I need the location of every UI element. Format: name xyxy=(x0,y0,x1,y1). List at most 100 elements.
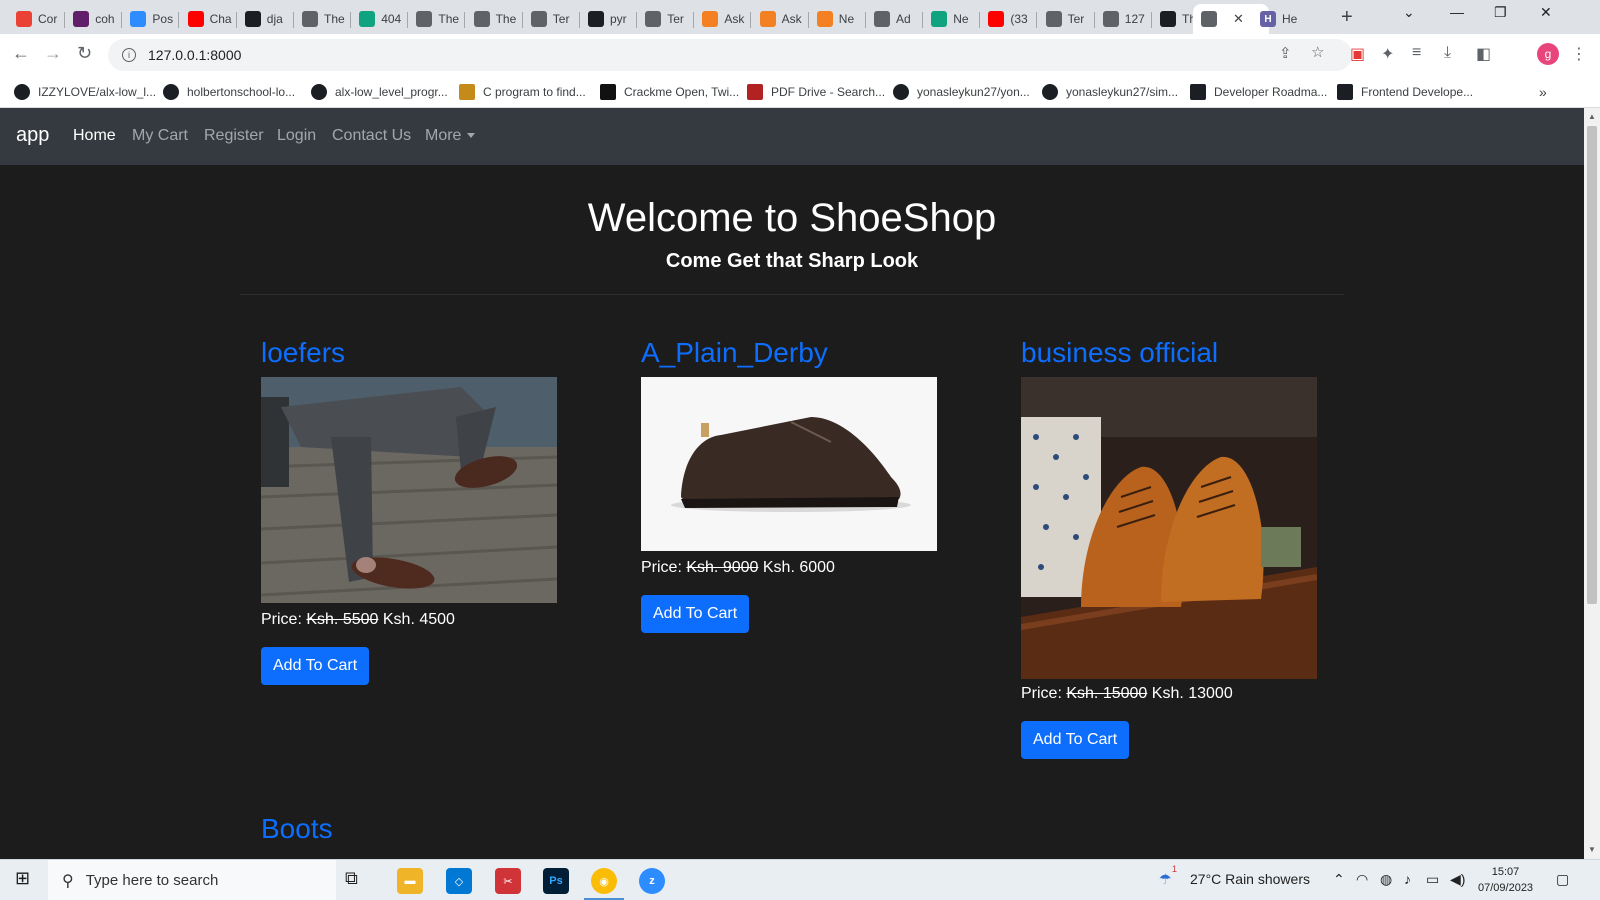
browser-tab[interactable]: The xyxy=(294,4,351,34)
tab-search-icon[interactable]: ⌄ xyxy=(1403,4,1415,21)
browser-tab[interactable]: The xyxy=(408,4,466,34)
reload-icon[interactable]: ↻ xyxy=(77,43,92,64)
task-view-icon[interactable]: ⧉ xyxy=(345,868,358,889)
bookmark-item[interactable]: C program to find... xyxy=(459,82,586,102)
browser-tab[interactable]: Pos xyxy=(122,4,180,34)
bookmark-item[interactable]: PDF Drive - Search... xyxy=(747,82,885,102)
browser-tab[interactable]: Ask xyxy=(752,4,809,34)
close-tab-icon[interactable]: ✕ xyxy=(1233,11,1244,27)
close-window-icon[interactable]: ✕ xyxy=(1540,4,1552,21)
chrome-icon[interactable]: ◉ xyxy=(591,868,617,894)
extension-icon[interactable]: ▣ xyxy=(1350,44,1365,64)
menu-icon[interactable]: ⋮ xyxy=(1571,44,1587,64)
nav-login[interactable]: Login xyxy=(277,127,316,145)
profile-avatar[interactable]: g xyxy=(1537,43,1559,65)
zoom-icon[interactable]: z xyxy=(639,868,665,894)
browser-tab[interactable]: coh xyxy=(65,4,123,34)
old-price: Ksh. 15000 xyxy=(1066,685,1148,702)
globe-icon xyxy=(645,11,662,27)
bookmark-item[interactable]: Crackme Open, Twi... xyxy=(600,82,739,102)
nav-more-dropdown[interactable]: More xyxy=(425,127,476,145)
add-to-cart-button[interactable]: Add To Cart xyxy=(1021,721,1130,759)
add-to-cart-button[interactable]: Add To Cart xyxy=(641,595,750,633)
nav-register[interactable]: Register xyxy=(204,127,264,145)
file-explorer-icon[interactable]: ▬ xyxy=(397,868,423,894)
share-icon[interactable]: ⇪ xyxy=(1279,44,1292,62)
navbar-brand[interactable]: app xyxy=(16,124,49,147)
bookmark-icon xyxy=(600,84,616,100)
extensions-puzzle-icon[interactable]: ✦ xyxy=(1381,44,1394,64)
nav-contact[interactable]: Contact Us xyxy=(332,127,411,145)
github-icon xyxy=(163,84,179,100)
microphone-icon[interactable]: ♪ xyxy=(1404,871,1411,887)
bookmark-item[interactable]: Developer Roadma... xyxy=(1190,82,1327,102)
product-title[interactable]: business official xyxy=(1021,337,1218,369)
product-title[interactable]: A_Plain_Derby xyxy=(641,337,828,369)
product-image-business-official[interactable] xyxy=(1021,377,1317,679)
nav-my-cart[interactable]: My Cart xyxy=(132,127,188,145)
back-icon[interactable]: ← xyxy=(12,43,30,64)
battery-icon[interactable]: ▭ xyxy=(1426,871,1439,888)
nav-home[interactable]: Home xyxy=(73,127,116,145)
bookmark-item[interactable]: alx-low_level_progr... xyxy=(311,82,448,102)
weather-text[interactable]: 27°C Rain showers xyxy=(1190,871,1310,887)
scroll-up-icon[interactable]: ▲ xyxy=(1588,112,1596,121)
minimize-icon[interactable]: — xyxy=(1450,4,1464,20)
notifications-icon[interactable]: ▢ xyxy=(1556,871,1569,888)
browser-tab[interactable]: Ter xyxy=(1038,4,1095,34)
site-info-icon[interactable]: i xyxy=(122,48,136,62)
more-bookmarks-icon[interactable]: » xyxy=(1539,82,1547,102)
url-text: 127.0.0.1:8000 xyxy=(148,47,242,63)
bookmark-item[interactable]: Frontend Develope... xyxy=(1337,82,1473,102)
bookmark-star-icon[interactable]: ☆ xyxy=(1311,43,1324,61)
browser-tab[interactable]: 404 xyxy=(351,4,409,34)
media-control-icon[interactable]: ≡ xyxy=(1412,44,1421,62)
forward-icon[interactable]: → xyxy=(44,43,62,64)
zoom-icon xyxy=(130,11,147,27)
vscode-icon[interactable]: ◇ xyxy=(446,868,472,894)
browser-tab[interactable]: pyr xyxy=(580,4,637,34)
new-tab-button[interactable]: + xyxy=(1341,6,1353,29)
photoshop-icon[interactable]: Ps xyxy=(543,868,569,894)
side-panel-icon[interactable]: ◧ xyxy=(1476,44,1491,64)
show-hidden-icons-icon[interactable]: ⌃ xyxy=(1333,871,1345,888)
taskbar-clock[interactable]: 15:07 07/09/2023 xyxy=(1478,864,1533,896)
browser-tab[interactable]: Ad xyxy=(866,4,923,34)
taskbar-search[interactable]: ⚲ Type here to search xyxy=(48,860,336,900)
bookmark-item[interactable]: yonasleykun27/yon... xyxy=(893,82,1030,102)
loafers-photo xyxy=(261,377,557,603)
address-bar[interactable]: i 127.0.0.1:8000 xyxy=(108,39,1352,71)
weather-icon[interactable]: ☂ xyxy=(1159,871,1172,888)
windows-start-icon[interactable]: ⊞ xyxy=(15,868,30,889)
volume-icon[interactable]: ◀) xyxy=(1450,871,1465,888)
product-image-derby[interactable] xyxy=(641,377,937,551)
browser-tab[interactable]: Cor xyxy=(8,4,65,34)
scroll-down-icon[interactable]: ▼ xyxy=(1588,845,1596,854)
section-heading-boots[interactable]: Boots xyxy=(261,813,333,845)
browser-tab[interactable]: (33 xyxy=(980,4,1038,34)
restore-icon[interactable]: ❐ xyxy=(1494,4,1507,21)
browser-tab[interactable]: The xyxy=(466,4,523,34)
product-image-loafers[interactable] xyxy=(261,377,557,603)
browser-tab[interactable]: dja xyxy=(237,4,294,34)
add-to-cart-button[interactable]: Add To Cart xyxy=(261,647,370,685)
browser-tab[interactable]: Ter xyxy=(637,4,695,34)
product-title[interactable]: loefers xyxy=(261,337,345,369)
screen: Cor coh Pos Cha dja The 404 The The Ter pyr Ter Ask A… xyxy=(0,0,1600,900)
scrollbar-thumb[interactable] xyxy=(1587,126,1597,604)
download-icon[interactable]: ⤓ xyxy=(1444,44,1451,62)
bookmark-item[interactable]: IZZYLOVE/alx-low_l... xyxy=(14,82,156,102)
browser-tab[interactable]: Cha xyxy=(180,4,237,34)
tab-heroku[interactable]: H He xyxy=(1252,4,1309,34)
page-scrollbar[interactable]: ▲ ▼ xyxy=(1584,108,1600,859)
browser-tab[interactable]: Ne xyxy=(809,4,866,34)
browser-tab[interactable]: Ne xyxy=(923,4,981,34)
browser-tab[interactable]: Ter xyxy=(523,4,580,34)
webcam-icon[interactable]: ◍ xyxy=(1380,871,1392,888)
bookmark-item[interactable]: holbertonschool-lo... xyxy=(163,82,295,102)
network-icon[interactable]: ◠ xyxy=(1356,871,1368,888)
snipping-tool-icon[interactable]: ✂ xyxy=(495,868,521,894)
browser-tab[interactable]: Ask xyxy=(694,4,752,34)
browser-tab[interactable]: 127 xyxy=(1095,4,1152,34)
bookmark-item[interactable]: yonasleykun27/sim... xyxy=(1042,82,1178,102)
